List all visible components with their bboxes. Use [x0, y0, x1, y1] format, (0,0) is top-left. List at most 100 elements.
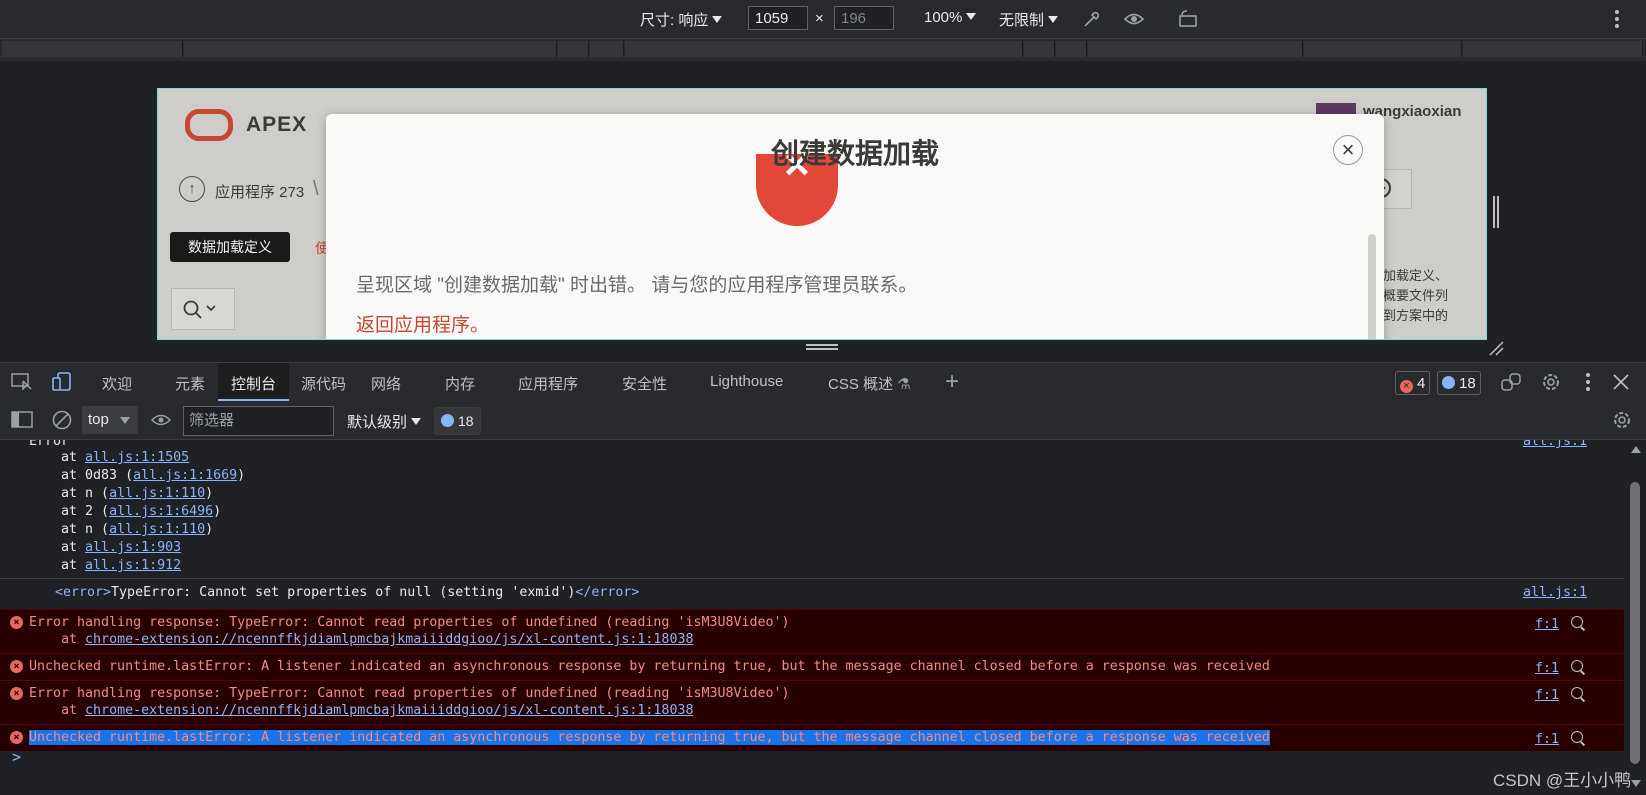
tab-css-overview[interactable]: CSS 概述 ⚗ [828, 373, 911, 394]
tab-lighthouse[interactable]: Lighthouse [710, 373, 783, 390]
error-icon: × [10, 687, 23, 700]
filter-input[interactable]: 筛选器 [183, 406, 334, 436]
error-stack-prefix: at [29, 632, 86, 647]
close-icon[interactable]: × [1333, 135, 1363, 165]
dialog-scrollbar[interactable] [1368, 234, 1376, 339]
ruler-segment[interactable] [2, 41, 183, 57]
source-link[interactable]: f:1 [1535, 661, 1559, 676]
dimensions-dropdown[interactable]: 尺寸: 响应 [640, 9, 723, 30]
search-icon[interactable] [1571, 660, 1583, 672]
close-icon[interactable] [1612, 373, 1630, 391]
log-level-label: 默认级别 [347, 414, 408, 431]
eyedropper-icon[interactable] [1081, 8, 1103, 30]
message-icon [441, 414, 454, 427]
tab-security[interactable]: 安全性 [622, 373, 667, 394]
stack-frame-link[interactable]: all.js:1:912 [85, 558, 181, 573]
error-row[interactable]: × Error handling response: TypeError: Can… [0, 609, 1624, 654]
data-load-definitions-button[interactable]: 数据加载定义 [170, 232, 290, 262]
chevron-down-icon [120, 417, 130, 424]
zoom-dropdown[interactable]: 100% [924, 9, 977, 26]
console-scrollbar-thumb[interactable] [1630, 482, 1640, 764]
console-prompt[interactable]: > [12, 748, 21, 766]
live-expression-eye-icon[interactable] [150, 411, 172, 429]
report-search-box[interactable] [171, 288, 235, 330]
eye-icon[interactable] [1123, 9, 1145, 29]
stack-frame-prefix: at [29, 558, 86, 573]
throttle-dropdown[interactable]: 无限制 [999, 9, 1059, 30]
tab-elements[interactable]: 元素 [175, 373, 205, 394]
message-count-badge[interactable]: 18 [1437, 371, 1481, 395]
ruler-segment[interactable] [1024, 41, 1055, 57]
viewport-resize-handle-right[interactable] [1492, 196, 1500, 228]
back-to-app-link[interactable]: 返回应用程序。 [356, 310, 489, 337]
inspect-element-icon[interactable] [11, 372, 33, 392]
stack-frame-link[interactable]: all.js:1:1669 [133, 468, 237, 483]
console-settings-gear-icon[interactable] [1611, 409, 1633, 431]
scroll-up-icon[interactable] [1631, 446, 1641, 453]
stack-frame-prefix: at n ( [29, 486, 110, 501]
error-message-line: Unchecked runtime.lastError: A listener … [29, 659, 1270, 674]
stack-frame-link[interactable]: all.js:1:6496 [109, 504, 213, 519]
stack-frame: at all.js:1:1505 [29, 450, 189, 465]
error-element-line: <error>TypeError: Cannot set properties … [55, 585, 639, 600]
scroll-down-icon[interactable] [1631, 780, 1641, 787]
ruler-segment[interactable] [1463, 41, 1643, 57]
viewport-resize-handle-bottom[interactable] [806, 344, 838, 352]
height-input[interactable]: 196 [834, 6, 894, 30]
arrow-up-icon[interactable]: ↑ [179, 176, 205, 202]
stack-frame-link[interactable]: all.js:1:110 [109, 522, 205, 537]
stack-frame-link[interactable]: all.js:1:1505 [85, 450, 189, 465]
ruler-segment[interactable] [590, 41, 624, 57]
more-vert-icon[interactable] [1614, 9, 1620, 29]
ruler-segment[interactable] [184, 41, 557, 57]
chevron-down-icon [411, 418, 422, 425]
tab-sources[interactable]: 源代码 [301, 373, 346, 394]
stack-frame-link[interactable]: all.js:1:110 [109, 486, 205, 501]
error-message-text: Unchecked runtime.lastError: A listener … [29, 730, 1270, 745]
tab-application[interactable]: 应用程序 [518, 373, 578, 394]
source-link[interactable]: all.js:1 [1523, 440, 1587, 449]
breadcrumb-app[interactable]: 应用程序 273 [215, 181, 304, 202]
context-select[interactable]: top [82, 406, 138, 434]
add-tab-icon[interactable]: + [945, 368, 959, 396]
viewport-resize-corner[interactable] [1488, 340, 1504, 356]
error-count-badge[interactable]: × 4 [1395, 371, 1431, 395]
customize-icon[interactable] [1500, 372, 1522, 392]
error-row[interactable]: × Unchecked runtime.lastError: A listener… [0, 724, 1624, 751]
error-row[interactable]: × Error handling response: TypeError: Can… [0, 680, 1624, 725]
rotate-icon[interactable] [1177, 9, 1201, 29]
tab-memory[interactable]: 内存 [445, 373, 475, 394]
search-icon[interactable] [1571, 616, 1583, 628]
issues-badge[interactable]: 18 [434, 407, 481, 435]
source-link[interactable]: all.js:1 [1523, 585, 1587, 600]
ruler-segment[interactable] [1304, 41, 1462, 57]
source-link[interactable]: f:1 [1535, 688, 1559, 703]
ruler-segment[interactable] [1088, 41, 1303, 57]
error-message-line: Error handling response: TypeError: Cann… [29, 615, 790, 630]
ruler-segment[interactable] [558, 41, 589, 57]
gear-icon[interactable] [1540, 371, 1562, 393]
ruler-segment[interactable] [1056, 41, 1087, 57]
clear-console-icon[interactable] [51, 409, 73, 431]
more-vert-icon[interactable] [1585, 372, 1591, 392]
search-icon[interactable] [1571, 687, 1583, 699]
tab-console[interactable]: 控制台 [231, 373, 276, 394]
ruler-segment[interactable] [625, 41, 1023, 57]
error-icon: × [10, 616, 23, 629]
width-input[interactable]: 1059 [748, 6, 808, 30]
device-toggle-icon[interactable] [52, 372, 74, 392]
error-stack-link[interactable]: chrome-extension://ncennffkjdiamlpmcbajk… [85, 703, 693, 718]
search-icon[interactable] [1571, 731, 1583, 743]
sidebar-toggle-icon[interactable] [11, 411, 33, 429]
media-query-ruler[interactable] [0, 39, 1646, 61]
error-stack-link[interactable]: chrome-extension://ncennffkjdiamlpmcbajk… [85, 632, 693, 647]
log-level-select[interactable]: 默认级别 [347, 411, 422, 432]
apex-logo-text: APEX [246, 113, 308, 136]
error-row[interactable]: × Unchecked runtime.lastError: A listener… [0, 653, 1624, 681]
tab-network[interactable]: 网络 [371, 373, 401, 394]
zoom-label: 100% [924, 9, 963, 26]
source-link[interactable]: f:1 [1535, 617, 1559, 632]
stack-frame-link[interactable]: all.js:1:903 [85, 540, 181, 555]
tab-welcome[interactable]: 欢迎 [102, 373, 132, 394]
source-link[interactable]: f:1 [1535, 732, 1559, 747]
